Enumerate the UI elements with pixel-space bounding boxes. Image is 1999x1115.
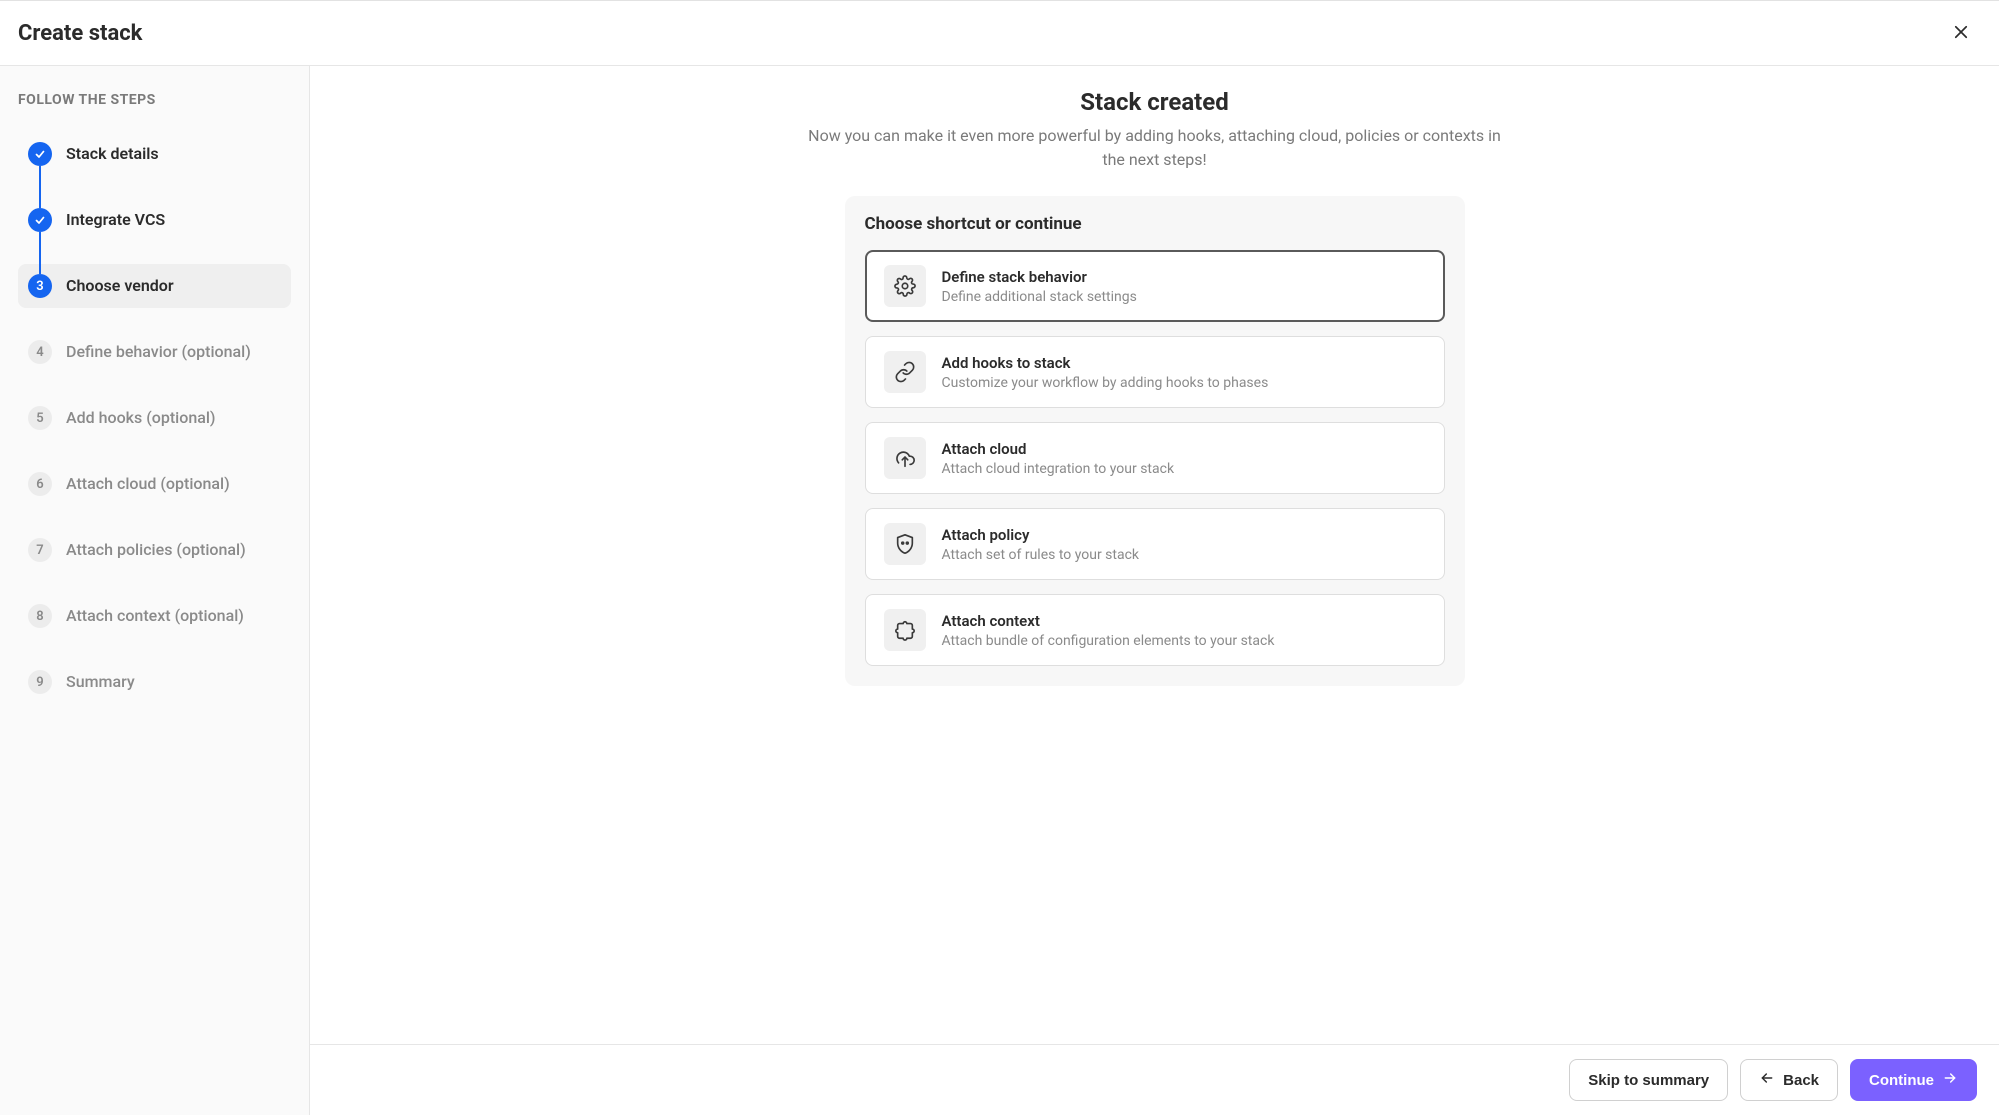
step-label: Attach policies (optional) <box>66 538 246 561</box>
step-item-attach-cloud[interactable]: 6 Attach cloud (optional) <box>18 462 291 506</box>
step-label: Attach context (optional) <box>66 604 244 627</box>
step-number-badge: 3 <box>28 274 52 298</box>
continue-button[interactable]: Continue <box>1850 1059 1977 1101</box>
step-item-attach-policies[interactable]: 7 Attach policies (optional) <box>18 528 291 572</box>
step-item-add-hooks[interactable]: 5 Add hooks (optional) <box>18 396 291 440</box>
puzzle-icon <box>884 609 926 651</box>
option-title: Attach policy <box>942 526 1140 544</box>
shield-robot-icon <box>884 523 926 565</box>
option-title: Attach context <box>942 612 1275 630</box>
step-number-badge: 4 <box>28 340 52 364</box>
button-label: Continue <box>1869 1072 1934 1089</box>
step-label: Choose vendor <box>66 274 174 297</box>
sidebar-heading: FOLLOW THE STEPS <box>18 92 291 108</box>
step-item-stack-details[interactable]: Stack details <box>18 132 291 176</box>
step-label: Summary <box>66 670 135 693</box>
option-attach-context[interactable]: Attach context Attach bundle of configur… <box>865 594 1445 666</box>
option-add-hooks[interactable]: Add hooks to stack Customize your workfl… <box>865 336 1445 408</box>
steps-sidebar: FOLLOW THE STEPS Stack details Integrate… <box>0 66 310 1115</box>
option-desc: Attach set of rules to your stack <box>942 547 1140 563</box>
check-icon <box>28 142 52 166</box>
option-title: Define stack behavior <box>942 268 1137 286</box>
arrow-left-icon <box>1759 1070 1775 1090</box>
step-label: Integrate VCS <box>66 208 165 231</box>
step-label: Define behavior (optional) <box>66 340 251 363</box>
option-title: Add hooks to stack <box>942 354 1269 372</box>
page-title: Create stack <box>18 21 142 46</box>
option-desc: Define additional stack settings <box>942 289 1137 305</box>
main-title: Stack created <box>805 88 1505 116</box>
check-icon <box>28 208 52 232</box>
step-number-badge: 7 <box>28 538 52 562</box>
step-number-badge: 8 <box>28 604 52 628</box>
step-label: Attach cloud (optional) <box>66 472 230 495</box>
page-header: Create stack <box>0 1 1999 66</box>
close-button[interactable] <box>1945 17 1977 49</box>
step-number-badge: 9 <box>28 670 52 694</box>
option-desc: Attach bundle of configuration elements … <box>942 633 1275 649</box>
step-item-choose-vendor[interactable]: 3 Choose vendor <box>18 264 291 308</box>
step-label: Stack details <box>66 142 159 165</box>
step-item-integrate-vcs[interactable]: Integrate VCS <box>18 198 291 242</box>
skip-to-summary-button[interactable]: Skip to summary <box>1569 1059 1728 1101</box>
footer-actions: Skip to summary Back Continue <box>310 1044 1999 1115</box>
button-label: Skip to summary <box>1588 1072 1709 1089</box>
step-item-summary[interactable]: 9 Summary <box>18 660 291 704</box>
close-icon <box>1952 23 1970 44</box>
shortcut-panel: Choose shortcut or continue Define stack… <box>845 196 1465 686</box>
option-define-stack-behavior[interactable]: Define stack behavior Define additional … <box>865 250 1445 322</box>
step-number-badge: 5 <box>28 406 52 430</box>
back-button[interactable]: Back <box>1740 1059 1838 1101</box>
arrow-right-icon <box>1942 1070 1958 1090</box>
step-number-badge: 6 <box>28 472 52 496</box>
step-item-attach-context[interactable]: 8 Attach context (optional) <box>18 594 291 638</box>
link-icon <box>884 351 926 393</box>
panel-title: Choose shortcut or continue <box>865 214 1445 234</box>
option-desc: Customize your workflow by adding hooks … <box>942 375 1269 391</box>
cloud-upload-icon <box>884 437 926 479</box>
main-area: Stack created Now you can make it even m… <box>310 66 1999 1115</box>
option-title: Attach cloud <box>942 440 1175 458</box>
step-label: Add hooks (optional) <box>66 406 216 429</box>
option-desc: Attach cloud integration to your stack <box>942 461 1175 477</box>
button-label: Back <box>1783 1072 1819 1089</box>
option-attach-cloud[interactable]: Attach cloud Attach cloud integration to… <box>865 422 1445 494</box>
step-item-define-behavior[interactable]: 4 Define behavior (optional) <box>18 330 291 374</box>
gear-icon <box>884 265 926 307</box>
option-attach-policy[interactable]: Attach policy Attach set of rules to you… <box>865 508 1445 580</box>
main-subtitle: Now you can make it even more powerful b… <box>805 124 1505 172</box>
